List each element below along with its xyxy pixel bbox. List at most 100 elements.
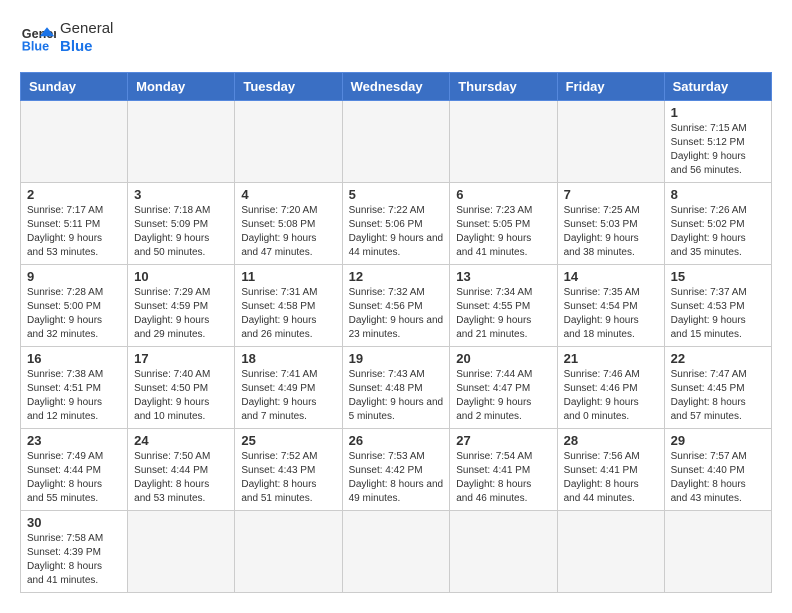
calendar-cell <box>21 101 128 183</box>
day-number: 13 <box>456 269 550 284</box>
calendar-cell: 24Sunrise: 7:50 AM Sunset: 4:44 PM Dayli… <box>128 429 235 511</box>
calendar-week-row: 16 Sunrise: 7:38 AM Sunset: 4:51 PM Dayli… <box>21 347 772 429</box>
day-info: Sunrise: 7:57 AM Sunset: 4:40 PM Dayligh… <box>671 450 765 506</box>
day-number: 2 <box>27 187 121 202</box>
calendar-cell <box>450 511 557 593</box>
calendar-cell: 5 Sunrise: 7:22 AM Sunset: 5:06 PM Daylig… <box>342 183 450 265</box>
day-number: 25 <box>241 433 335 448</box>
weekday-header-wednesday: Wednesday <box>342 73 450 101</box>
day-number: 14 <box>564 269 658 284</box>
logo-general: General <box>60 20 113 38</box>
day-info: Sunrise: 7:38 AM Sunset: 4:51 PM Dayligh… <box>27 368 121 424</box>
logo: General Blue General Blue <box>20 20 113 56</box>
day-info: Sunrise: 7:26 AM Sunset: 5:02 PM Dayligh… <box>671 204 765 260</box>
calendar-cell: 1Sunrise: 7:15 AM Sunset: 5:12 PM Daylig… <box>664 101 771 183</box>
calendar-cell: 22 Sunrise: 7:47 AM Sunset: 4:45 PM Dayli… <box>664 347 771 429</box>
calendar-cell <box>342 511 450 593</box>
calendar-cell <box>557 101 664 183</box>
calendar-cell: 26 Sunrise: 7:53 AM Sunset: 4:42 PM Dayli… <box>342 429 450 511</box>
calendar-cell: 6Sunrise: 7:23 AM Sunset: 5:05 PM Daylig… <box>450 183 557 265</box>
calendar-cell: 9 Sunrise: 7:28 AM Sunset: 5:00 PM Daylig… <box>21 265 128 347</box>
header: General Blue General Blue <box>20 20 772 56</box>
weekday-header-monday: Monday <box>128 73 235 101</box>
calendar-cell: 18 Sunrise: 7:41 AM Sunset: 4:49 PM Dayli… <box>235 347 342 429</box>
calendar-cell: 27 Sunrise: 7:54 AM Sunset: 4:41 PM Dayli… <box>450 429 557 511</box>
day-info: Sunrise: 7:53 AM Sunset: 4:42 PM Dayligh… <box>349 450 444 506</box>
day-info: Sunrise: 7:58 AM Sunset: 4:39 PM Dayligh… <box>27 532 121 588</box>
day-number: 22 <box>671 351 765 366</box>
day-info: Sunrise: 7:20 AM Sunset: 5:08 PM Dayligh… <box>241 204 335 260</box>
day-info: Sunrise: 7:41 AM Sunset: 4:49 PM Dayligh… <box>241 368 335 424</box>
day-info: Sunrise: 7:32 AM Sunset: 4:56 PM Dayligh… <box>349 286 444 342</box>
calendar-cell: 29Sunrise: 7:57 AM Sunset: 4:40 PM Dayli… <box>664 429 771 511</box>
logo-blue: Blue <box>60 38 113 56</box>
day-info: Sunrise: 7:25 AM Sunset: 5:03 PM Dayligh… <box>564 204 658 260</box>
calendar-cell <box>557 511 664 593</box>
calendar-cell: 19Sunrise: 7:43 AM Sunset: 4:48 PM Dayli… <box>342 347 450 429</box>
calendar-cell: 28Sunrise: 7:56 AM Sunset: 4:41 PM Dayli… <box>557 429 664 511</box>
weekday-header-row: SundayMondayTuesdayWednesdayThursdayFrid… <box>21 73 772 101</box>
calendar-table: SundayMondayTuesdayWednesdayThursdayFrid… <box>20 72 772 593</box>
day-number: 8 <box>671 187 765 202</box>
calendar-cell <box>235 101 342 183</box>
calendar-cell <box>235 511 342 593</box>
day-number: 30 <box>27 515 121 530</box>
day-info: Sunrise: 7:47 AM Sunset: 4:45 PM Dayligh… <box>671 368 765 424</box>
svg-text:Blue: Blue <box>22 40 49 54</box>
day-info: Sunrise: 7:43 AM Sunset: 4:48 PM Dayligh… <box>349 368 444 424</box>
day-number: 3 <box>134 187 228 202</box>
day-info: Sunrise: 7:56 AM Sunset: 4:41 PM Dayligh… <box>564 450 658 506</box>
calendar-cell <box>128 511 235 593</box>
calendar-cell: 11Sunrise: 7:31 AM Sunset: 4:58 PM Dayli… <box>235 265 342 347</box>
day-number: 6 <box>456 187 550 202</box>
weekday-header-sunday: Sunday <box>21 73 128 101</box>
calendar-cell: 30 Sunrise: 7:58 AM Sunset: 4:39 PM Dayli… <box>21 511 128 593</box>
day-number: 7 <box>564 187 658 202</box>
weekday-header-tuesday: Tuesday <box>235 73 342 101</box>
calendar-week-row: 23Sunrise: 7:49 AM Sunset: 4:44 PM Dayli… <box>21 429 772 511</box>
day-info: Sunrise: 7:35 AM Sunset: 4:54 PM Dayligh… <box>564 286 658 342</box>
day-number: 26 <box>349 433 444 448</box>
day-number: 10 <box>134 269 228 284</box>
calendar-cell: 16 Sunrise: 7:38 AM Sunset: 4:51 PM Dayli… <box>21 347 128 429</box>
calendar-cell: 23Sunrise: 7:49 AM Sunset: 4:44 PM Dayli… <box>21 429 128 511</box>
day-info: Sunrise: 7:22 AM Sunset: 5:06 PM Dayligh… <box>349 204 444 260</box>
calendar-cell <box>450 101 557 183</box>
calendar-cell: 20Sunrise: 7:44 AM Sunset: 4:47 PM Dayli… <box>450 347 557 429</box>
day-number: 15 <box>671 269 765 284</box>
calendar-week-row: 2 Sunrise: 7:17 AM Sunset: 5:11 PM Daylig… <box>21 183 772 265</box>
calendar-cell: 2 Sunrise: 7:17 AM Sunset: 5:11 PM Daylig… <box>21 183 128 265</box>
day-info: Sunrise: 7:17 AM Sunset: 5:11 PM Dayligh… <box>27 204 121 260</box>
calendar-week-row: 9 Sunrise: 7:28 AM Sunset: 5:00 PM Daylig… <box>21 265 772 347</box>
logo-icon: General Blue <box>20 20 56 56</box>
day-info: Sunrise: 7:46 AM Sunset: 4:46 PM Dayligh… <box>564 368 658 424</box>
calendar-cell <box>664 511 771 593</box>
day-number: 5 <box>349 187 444 202</box>
day-number: 16 <box>27 351 121 366</box>
calendar-cell: 25Sunrise: 7:52 AM Sunset: 4:43 PM Dayli… <box>235 429 342 511</box>
calendar-week-row: 30 Sunrise: 7:58 AM Sunset: 4:39 PM Dayli… <box>21 511 772 593</box>
calendar-cell: 4 Sunrise: 7:20 AM Sunset: 5:08 PM Daylig… <box>235 183 342 265</box>
weekday-header-thursday: Thursday <box>450 73 557 101</box>
day-info: Sunrise: 7:44 AM Sunset: 4:47 PM Dayligh… <box>456 368 550 424</box>
calendar-cell: 14 Sunrise: 7:35 AM Sunset: 4:54 PM Dayli… <box>557 265 664 347</box>
day-info: Sunrise: 7:28 AM Sunset: 5:00 PM Dayligh… <box>27 286 121 342</box>
calendar-cell: 10Sunrise: 7:29 AM Sunset: 4:59 PM Dayli… <box>128 265 235 347</box>
day-info: Sunrise: 7:31 AM Sunset: 4:58 PM Dayligh… <box>241 286 335 342</box>
day-info: Sunrise: 7:40 AM Sunset: 4:50 PM Dayligh… <box>134 368 228 424</box>
calendar-cell: 13Sunrise: 7:34 AM Sunset: 4:55 PM Dayli… <box>450 265 557 347</box>
day-number: 27 <box>456 433 550 448</box>
day-number: 9 <box>27 269 121 284</box>
day-info: Sunrise: 7:49 AM Sunset: 4:44 PM Dayligh… <box>27 450 121 506</box>
weekday-header-friday: Friday <box>557 73 664 101</box>
day-number: 18 <box>241 351 335 366</box>
calendar-week-row: 1Sunrise: 7:15 AM Sunset: 5:12 PM Daylig… <box>21 101 772 183</box>
day-info: Sunrise: 7:54 AM Sunset: 4:41 PM Dayligh… <box>456 450 550 506</box>
day-number: 1 <box>671 105 765 120</box>
calendar-cell <box>128 101 235 183</box>
day-number: 4 <box>241 187 335 202</box>
weekday-header-saturday: Saturday <box>664 73 771 101</box>
calendar-cell: 17Sunrise: 7:40 AM Sunset: 4:50 PM Dayli… <box>128 347 235 429</box>
calendar-cell: 8 Sunrise: 7:26 AM Sunset: 5:02 PM Daylig… <box>664 183 771 265</box>
day-info: Sunrise: 7:37 AM Sunset: 4:53 PM Dayligh… <box>671 286 765 342</box>
